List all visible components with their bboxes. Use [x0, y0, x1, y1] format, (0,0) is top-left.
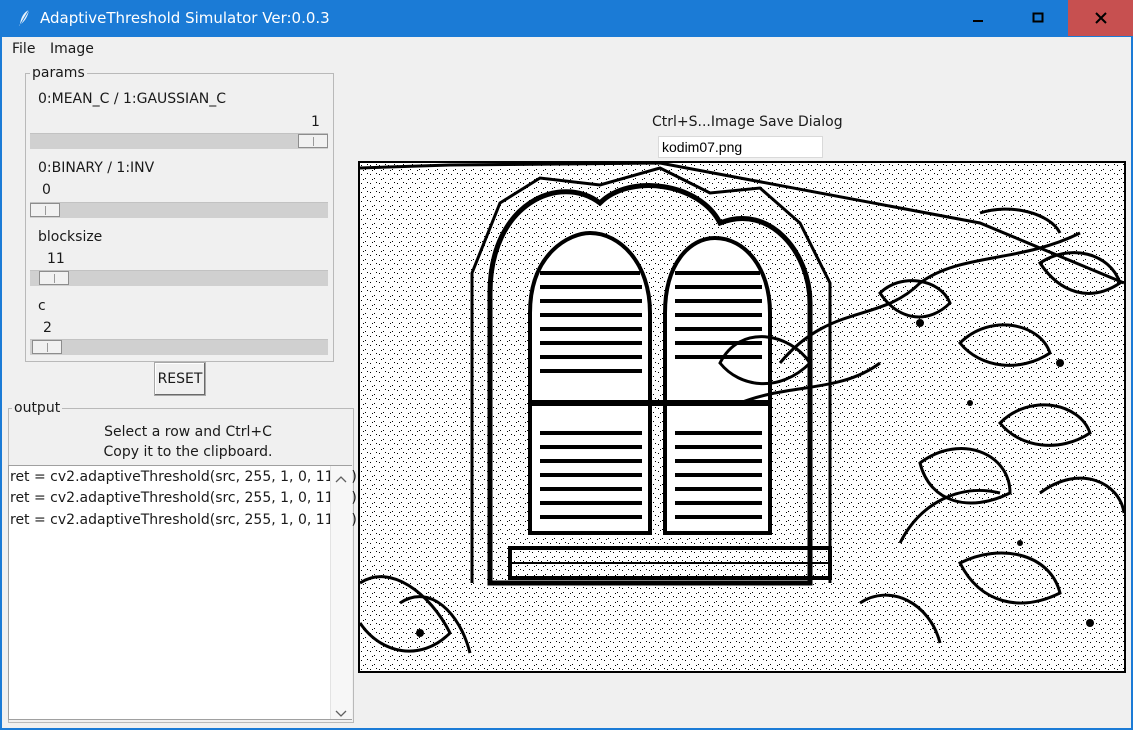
params-group-label: params — [30, 65, 87, 81]
c-value: 2 — [43, 320, 52, 336]
method-slider[interactable] — [30, 133, 328, 149]
blocksize-slider[interactable] — [30, 270, 328, 286]
reset-button[interactable]: RESET — [154, 362, 206, 396]
filename-input[interactable] — [658, 136, 823, 158]
save-dialog-hint: Ctrl+S...Image Save Dialog — [652, 114, 843, 130]
c-label: c — [38, 298, 46, 314]
type-slider-thumb[interactable] — [30, 203, 60, 217]
type-value: 0 — [42, 182, 51, 198]
restore-icon — [1032, 12, 1044, 23]
list-item[interactable]: ret = cv2.adaptiveThreshold(src, 255, 1,… — [10, 469, 357, 485]
menu-image[interactable]: Image — [50, 41, 94, 57]
c-slider-thumb[interactable] — [32, 340, 62, 354]
maximize-button[interactable] — [1008, 0, 1068, 36]
close-button[interactable] — [1068, 0, 1133, 36]
thresholded-image — [358, 161, 1126, 673]
method-label: 0:MEAN_C / 1:GAUSSIAN_C — [38, 91, 227, 107]
minimize-icon — [973, 20, 983, 22]
method-value: 1 — [311, 114, 320, 130]
method-slider-thumb[interactable] — [298, 134, 328, 148]
close-icon — [1094, 12, 1107, 24]
output-instruction-line1: Select a row and Ctrl+C — [104, 424, 272, 440]
output-group-label: output — [12, 400, 63, 416]
blocksize-value: 11 — [47, 251, 65, 267]
menu-file[interactable]: File — [12, 41, 35, 57]
c-slider[interactable] — [30, 339, 328, 355]
minimize-button[interactable] — [948, 0, 1008, 36]
list-item[interactable]: ret = cv2.adaptiveThreshold(src, 255, 1,… — [10, 512, 357, 528]
blocksize-label: blocksize — [38, 229, 103, 245]
blocksize-slider-thumb[interactable] — [39, 271, 69, 285]
type-slider[interactable] — [30, 202, 328, 218]
list-item[interactable]: ret = cv2.adaptiveThreshold(src, 255, 1,… — [10, 490, 357, 506]
output-scrollbar[interactable] — [330, 466, 352, 719]
scroll-up-icon[interactable] — [335, 471, 347, 487]
scroll-down-icon[interactable] — [335, 706, 347, 722]
type-label: 0:BINARY / 1:INV — [38, 160, 155, 176]
output-instruction-line2: Copy it to the clipboard. — [103, 444, 273, 460]
window-border-left — [0, 37, 2, 730]
feather-icon — [16, 9, 32, 27]
window-title: AdaptiveThreshold Simulator Ver:0.0.3 — [40, 9, 330, 27]
